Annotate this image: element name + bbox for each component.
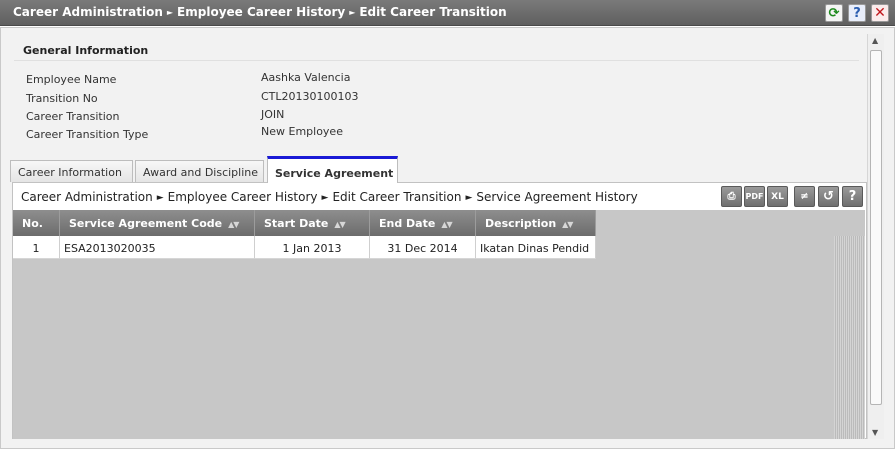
help-icon: ? bbox=[848, 189, 857, 204]
pdf-button[interactable]: PDF bbox=[744, 186, 765, 207]
employee-name-value: Aashka Valencia bbox=[261, 71, 351, 84]
reset-button[interactable]: ↺ bbox=[818, 186, 839, 207]
column-header-service-agreement-code[interactable]: Service Agreement Code ▲▼ bbox=[60, 210, 255, 236]
column-header-start-date[interactable]: Start Date ▲▼ bbox=[255, 210, 370, 236]
column-header-label: Service Agreement Code bbox=[69, 217, 223, 230]
career-transition-label: Career Transition bbox=[26, 110, 120, 123]
panel-crumb-1: Career Administration bbox=[21, 190, 153, 204]
column-header-label: End Date bbox=[379, 217, 436, 230]
tab-award-and-discipline[interactable]: Award and Discipline bbox=[135, 160, 264, 182]
scroll-up-icon[interactable]: ▲ bbox=[872, 36, 878, 45]
column-header-description[interactable]: Description ▲▼ bbox=[476, 210, 596, 236]
title-bar: Career Administration ► Employee Career Hi… bbox=[0, 0, 895, 26]
sort-icon[interactable]: ▲▼ bbox=[441, 220, 452, 229]
panel-crumb-separator: ► bbox=[321, 193, 329, 203]
transition-no-value: CTL20130100103 bbox=[261, 90, 359, 103]
title-crumb-separator: ► bbox=[166, 8, 174, 17]
excel-icon: XL bbox=[771, 191, 784, 202]
panel-crumb-3: Edit Career Transition bbox=[332, 190, 462, 204]
title-crumb-3: Edit Career Transition bbox=[359, 5, 507, 19]
general-info-title: General Information bbox=[23, 44, 149, 57]
excel-button[interactable]: XL bbox=[767, 186, 788, 207]
column-header-label: No. bbox=[22, 217, 43, 230]
panel-crumb-separator: ► bbox=[156, 193, 164, 203]
column-header-no[interactable]: No. bbox=[13, 210, 60, 236]
table-cell-description[interactable]: Ikatan Dinas Pendid bbox=[476, 236, 596, 259]
pdf-icon: PDF bbox=[745, 192, 764, 201]
transition-no-label: Transition No bbox=[26, 92, 98, 105]
table-cell-code[interactable]: ESA2013020035 bbox=[60, 236, 255, 259]
panel-crumb-separator: ► bbox=[465, 193, 473, 203]
tab-service-agreement[interactable]: Service Agreement bbox=[267, 156, 398, 183]
refresh-button[interactable]: ⟳ bbox=[825, 4, 843, 22]
title-crumb-2: Employee Career History bbox=[177, 5, 346, 19]
tab-career-information[interactable]: Career Information bbox=[10, 160, 133, 182]
career-transition-type-label: Career Transition Type bbox=[26, 128, 149, 141]
sort-icon[interactable]: ▲▼ bbox=[562, 220, 573, 229]
career-transition-value: JOIN bbox=[261, 108, 285, 121]
title-crumb-separator: ► bbox=[349, 8, 356, 17]
panel-crumb-2: Employee Career History bbox=[167, 190, 318, 204]
filter-icon: ≠ bbox=[800, 191, 809, 202]
close-icon: ✕ bbox=[874, 5, 886, 21]
panel-crumb-4: Service Agreement History bbox=[476, 190, 638, 204]
print-icon: ⎙ bbox=[727, 191, 736, 202]
close-button[interactable]: ✕ bbox=[871, 4, 889, 22]
scroll-thumb[interactable] bbox=[870, 50, 882, 405]
career-transition-type-value: New Employee bbox=[261, 125, 343, 138]
scroll-down-icon[interactable]: ▼ bbox=[872, 428, 878, 437]
table-cell-end-date[interactable]: 31 Dec 2014 bbox=[370, 236, 476, 259]
column-header-label: Description bbox=[485, 217, 557, 230]
panel-breadcrumb: Career Administration ► Employee Career Hi… bbox=[21, 190, 638, 204]
general-info-divider bbox=[14, 60, 859, 61]
filter-button[interactable]: ≠ bbox=[794, 186, 815, 207]
title-crumb-1: Career Administration bbox=[13, 5, 163, 19]
refresh-icon: ⟳ bbox=[828, 5, 840, 21]
table-cell-start-date[interactable]: 1 Jan 2013 bbox=[255, 236, 370, 259]
help-icon: ? bbox=[853, 5, 861, 21]
column-header-label: Start Date bbox=[264, 217, 329, 230]
table-empty-area bbox=[834, 236, 865, 439]
print-button[interactable]: ⎙ bbox=[721, 186, 742, 207]
window-title: Career Administration ► Employee Career Hi… bbox=[13, 5, 507, 19]
employee-name-label: Employee Name bbox=[26, 73, 117, 86]
sort-icon[interactable]: ▲▼ bbox=[334, 220, 345, 229]
panel-help-button[interactable]: ? bbox=[842, 186, 863, 207]
help-button[interactable]: ? bbox=[848, 4, 866, 22]
table-cell-no[interactable]: 1 bbox=[13, 236, 60, 259]
reset-icon: ↺ bbox=[823, 189, 834, 204]
vertical-scrollbar[interactable]: ▲ ▼ bbox=[867, 34, 884, 439]
column-header-end-date[interactable]: End Date ▲▼ bbox=[370, 210, 476, 236]
sort-icon[interactable]: ▲▼ bbox=[228, 220, 239, 229]
